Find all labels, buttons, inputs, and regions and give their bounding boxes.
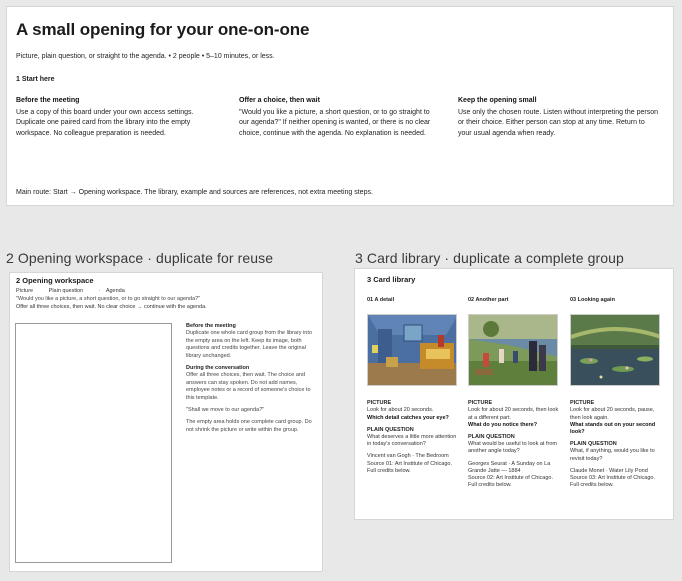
column-body: "Would you like a picture, a short quest… (239, 108, 431, 137)
library-card-03[interactable]: 03 Looking again PICTURE Look for about … (570, 297, 665, 489)
opening-workspace-card[interactable]: 2 Opening workspace Picture Plain questi… (9, 272, 323, 572)
chip-picture[interactable]: Picture (16, 288, 33, 294)
plain-question-label: PLAIN QUESTION (367, 426, 414, 433)
plain-question-text: What deserves a little more attention in… (367, 434, 457, 448)
workspace-quote: "Would you like a picture, a short quest… (16, 296, 201, 302)
card-library: 3 Card library 01 A detail PICTURE Look … (354, 268, 674, 520)
credit-source: Source 02: Art Institute of Chicago. (468, 475, 553, 482)
picture-label: PICTURE (468, 400, 493, 407)
workspace-notes: Before the meeting Duplicate one whole c… (186, 323, 316, 439)
credit-note: Full credits below. (570, 482, 614, 489)
empty-workspace-area[interactable] (15, 323, 172, 563)
plain-question-text: What would be useful to look at from ano… (468, 441, 557, 455)
plain-question-text: What, if anything, would you like to rev… (570, 448, 655, 462)
column-heading: Offer a choice, then wait (239, 97, 320, 104)
page-subtitle: Picture, plain question, or straight to … (16, 53, 275, 60)
column-body: Use a copy of this board under your own … (16, 108, 194, 137)
card-heading: 03 Looking again (570, 297, 615, 303)
agenda-prompt: "Shall we move to our agenda?" (186, 407, 265, 414)
picture-label: PICTURE (367, 400, 392, 407)
artwork-water-lily-image (570, 314, 660, 387)
credit-artwork: Vincent van Gogh · The Bedroom (367, 453, 449, 460)
artwork-grande-jatte-image (468, 314, 558, 387)
credit-note: Full credits below. (367, 467, 411, 474)
page-title: A small opening for your one-on-one (16, 20, 310, 39)
plain-question-label: PLAIN QUESTION (468, 434, 515, 441)
during-body: Offer all three choices, then wait. The … (186, 372, 311, 401)
card-heading: 01 A detail (367, 297, 395, 303)
start-here-board: A small opening for your one-on-one Pict… (6, 6, 674, 206)
column-offer-choice: Offer a choice, then wait "Would you lik… (239, 96, 439, 139)
picture-question: What do you notice there? (468, 421, 538, 428)
library-card-01[interactable]: 01 A detail PICTURE Look for about 20 se… (367, 297, 462, 475)
picture-label: PICTURE (570, 400, 595, 407)
artwork-bedroom-image (367, 314, 457, 387)
choice-chips: Picture Plain question · Agenda (16, 288, 139, 294)
library-title: 3 Card library (367, 275, 416, 284)
main-route-note: Main route: Start → Opening workspace. T… (16, 189, 373, 196)
column-heading: Before the meeting (16, 97, 80, 104)
column-body: Use only the chosen route. Listen withou… (458, 108, 659, 137)
chip-agenda[interactable]: Agenda (106, 288, 125, 294)
picture-question: What stands out on your second look? (570, 421, 656, 436)
column-keep-small: Keep the opening small Use only the chos… (458, 96, 658, 139)
picture-text: Look for about 20 seconds, pause, then l… (570, 407, 655, 421)
picture-question: Which detail catches your eye? (367, 414, 449, 421)
chip-plain-question[interactable]: Plain question (49, 288, 84, 294)
credit-artwork: Claude Monet · Water Lily Pond (570, 467, 648, 474)
plain-question-label: PLAIN QUESTION (570, 441, 617, 448)
workspace-section-heading: 2 Opening workspace · duplicate for reus… (6, 250, 274, 266)
section-start-here: 1 Start here (16, 76, 55, 83)
empty-area-note: The empty area holds one complete card g… (186, 419, 312, 433)
picture-text: Look for about 20 seconds. (367, 407, 434, 414)
during-heading: During the conversation (186, 365, 250, 372)
chip-separator: · (98, 288, 101, 294)
column-heading: Keep the opening small (458, 97, 537, 104)
card-heading: 02 Another part (468, 297, 509, 303)
workspace-title: 2 Opening workspace (16, 276, 94, 285)
credit-source: Source 03: Art Institute of Chicago. (570, 475, 655, 482)
before-body: Duplicate one whole card group from the … (186, 330, 312, 359)
credit-note: Full credits below. (468, 482, 512, 489)
column-before-meeting: Before the meeting Use a copy of this bo… (16, 96, 216, 139)
library-card-02[interactable]: 02 Another part PICTURE Look for about 2… (468, 297, 563, 489)
credit-artwork: Georges Seurat · A Sunday on La Grande J… (468, 460, 551, 474)
workspace-offer: Offer all three choices, then wait. No c… (16, 304, 207, 310)
picture-text: Look for about 20 seconds, then look at … (468, 407, 559, 421)
credit-source: Source 01: Art Institute of Chicago. (367, 460, 452, 467)
before-heading: Before the meeting (186, 323, 236, 329)
library-section-heading: 3 Card library · duplicate a complete gr… (355, 250, 624, 266)
